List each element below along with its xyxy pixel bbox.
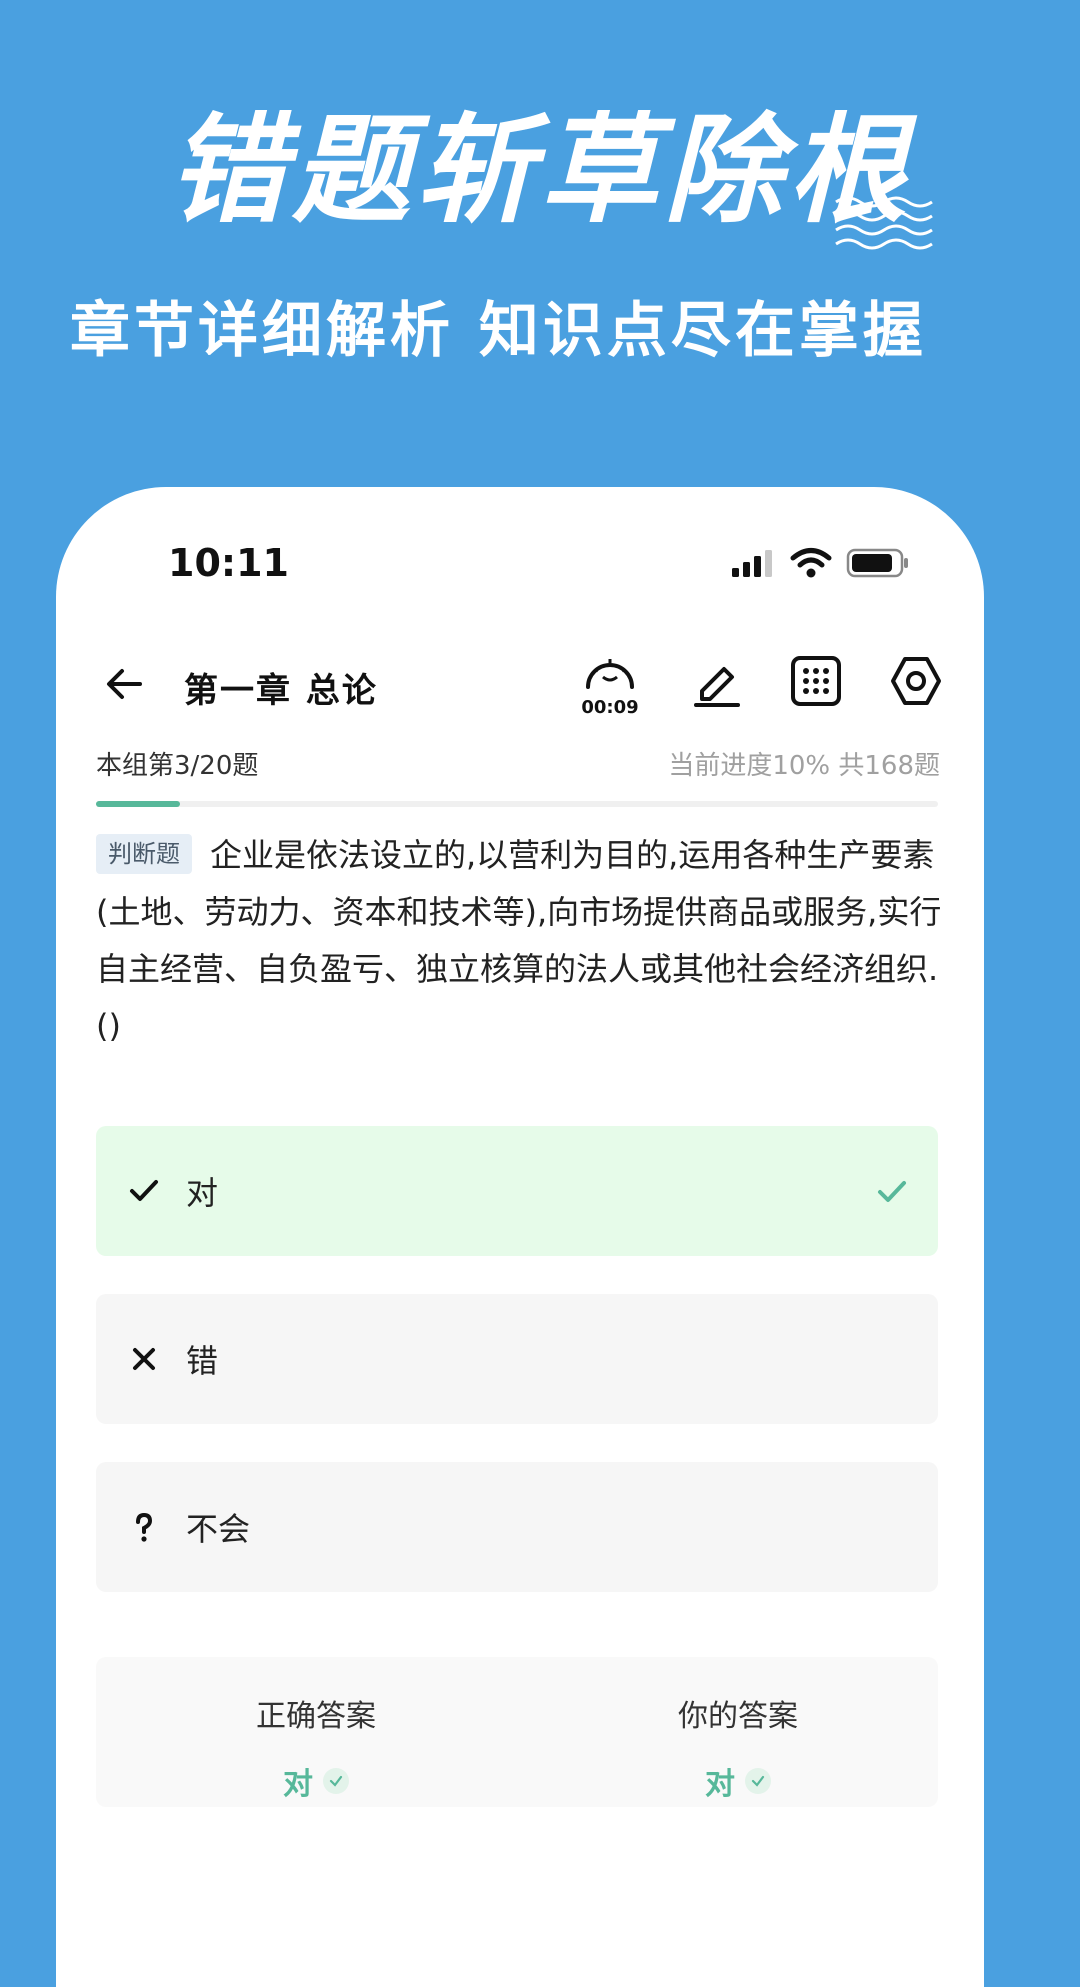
correct-answer-value-row: 对: [283, 1759, 349, 1803]
your-answer-block: 你的答案 对: [588, 1691, 888, 1803]
settings-icon[interactable]: [888, 653, 944, 709]
check-icon: [130, 1180, 158, 1201]
status-icons: [730, 547, 910, 579]
promo-subline: 章节详细解析 知识点尽在掌握: [70, 296, 927, 366]
pen-icon[interactable]: [688, 653, 744, 709]
correct-answer-block: 正确答案 对: [166, 1691, 466, 1803]
option-true[interactable]: 对: [96, 1126, 938, 1256]
wifi-icon: [790, 548, 832, 578]
correct-check-icon: [878, 1181, 906, 1202]
option-false[interactable]: 错: [96, 1294, 938, 1424]
answer-summary: 正确答案 对 你的答案 对: [96, 1657, 938, 1807]
progress-fill: [96, 801, 181, 807]
progress-bar: [96, 801, 938, 807]
nav-bar: 第一章 总论 00:09: [56, 647, 984, 727]
timer-button[interactable]: 00:09: [580, 647, 640, 723]
small-check-icon: [745, 1768, 771, 1794]
question-icon: [136, 1512, 153, 1542]
correct-answer-title: 正确答案: [256, 1699, 376, 1734]
grid-icon[interactable]: [788, 653, 844, 709]
question-text: 判断题 企业是依法设立的,以营利为目的,运用各种生产要素(土地、劳动力、资本和技术…: [96, 827, 946, 1055]
back-arrow-icon[interactable]: [100, 659, 150, 709]
small-check-icon: [323, 1768, 349, 1794]
group-progress: 本组第3/20题: [96, 751, 259, 781]
option-label: 对: [186, 1174, 219, 1212]
your-answer-value-row: 对: [705, 1759, 771, 1803]
correct-answer-value: 对: [283, 1767, 313, 1802]
your-answer-title: 你的答案: [678, 1699, 798, 1734]
battery-icon: [846, 548, 908, 578]
option-label: 不会: [186, 1510, 251, 1548]
option-label: 错: [186, 1342, 219, 1380]
timer-value: 00:09: [581, 697, 639, 718]
chapter-title: 第一章 总论: [184, 671, 378, 711]
cross-icon: [133, 1348, 155, 1370]
question-body: 企业是依法设立的,以营利为目的,运用各种生产要素(土地、劳动力、资本和技术等),…: [96, 836, 942, 1045]
option-dont-know[interactable]: 不会: [96, 1462, 938, 1592]
signal-icon: [732, 550, 772, 577]
your-answer-value: 对: [705, 1767, 735, 1802]
question-type-tag: 判断题: [96, 834, 192, 874]
waves-decoration: [835, 196, 933, 250]
status-time: 10:11: [168, 541, 289, 585]
overall-progress: 当前进度10% 共168题: [668, 751, 940, 781]
timer-icon: [586, 659, 634, 689]
phone-frame: 10:11 第一章 总论 00:09 本组第3/20题 当前进度10% 共168…: [56, 487, 984, 1987]
